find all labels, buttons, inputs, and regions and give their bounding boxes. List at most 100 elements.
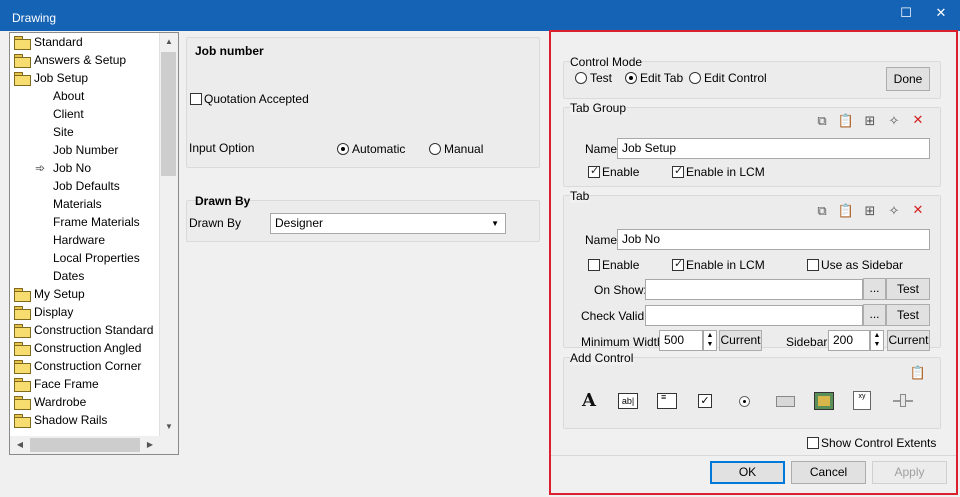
navigation-tree[interactable]: Standard Answers & Setup Job Setup About Cli… <box>9 32 179 455</box>
tree-item[interactable]: Job Setup <box>14 69 88 87</box>
scroll-left-icon[interactable]: ◀ <box>12 437 28 453</box>
tree-item[interactable]: Display <box>14 303 73 321</box>
edit-control-radio[interactable] <box>689 72 701 84</box>
copy-icon[interactable]: ⧉ <box>813 202 831 220</box>
tree-item[interactable]: Hardware <box>53 231 105 249</box>
close-icon[interactable]: ✕ <box>927 4 955 24</box>
sidebar-width-spinner[interactable]: ▲ ▼ <box>870 330 884 351</box>
paste-icon[interactable]: 📋 <box>837 112 855 130</box>
tab-group-enable-label: Enable <box>602 165 640 179</box>
new-icon[interactable]: ✧ <box>885 112 903 130</box>
apply-button[interactable]: Apply <box>872 461 947 484</box>
paste-icon[interactable]: 📋 <box>837 202 855 220</box>
drawn-by-select[interactable]: Designer ▼ <box>270 213 506 234</box>
tree-item[interactable]: Construction Corner <box>14 357 141 375</box>
tree-item[interactable]: About <box>53 87 84 105</box>
ok-button[interactable]: OK <box>710 461 785 484</box>
button-control-icon[interactable] <box>776 396 795 407</box>
listbox-control-icon[interactable]: ≡ <box>657 393 677 409</box>
add-item-icon[interactable]: ⊞ <box>861 112 879 130</box>
textbox-control-icon[interactable]: ab| <box>618 393 638 409</box>
tree-vertical-scroll-thumb[interactable] <box>161 52 176 176</box>
manual-label: Manual <box>444 142 484 156</box>
slider-control-icon[interactable] <box>893 394 913 407</box>
minimum-width-current-button[interactable]: Current <box>719 330 762 351</box>
quotation-accepted-checkbox[interactable] <box>190 93 202 105</box>
add-item-icon[interactable]: ⊞ <box>861 202 879 220</box>
tree-item[interactable]: Standard <box>14 33 83 51</box>
on-show-test-button[interactable]: Test <box>886 278 930 300</box>
show-control-extents-label: Show Control Extents <box>821 436 937 450</box>
tree-item-label: Shadow Rails <box>34 413 108 427</box>
check-valid-browse-button[interactable]: ... <box>863 304 886 326</box>
tab-enable-checkbox[interactable] <box>588 259 600 271</box>
sidebar-width-current-button[interactable]: Current <box>887 330 930 351</box>
automatic-label: Automatic <box>352 142 406 156</box>
copy-icon[interactable]: ⧉ <box>813 112 831 130</box>
use-as-sidebar-checkbox[interactable] <box>807 259 819 271</box>
tree-item[interactable]: Materials <box>53 195 102 213</box>
on-show-browse-button[interactable]: ... <box>863 278 886 300</box>
checkbox-control-icon[interactable]: ✓ <box>698 394 712 408</box>
tree-item[interactable]: Frame Materials <box>53 213 140 231</box>
check-valid-test-button[interactable]: Test <box>886 304 930 326</box>
delete-icon[interactable]: ✕ <box>909 111 927 129</box>
tree-item[interactable]: Wardrobe <box>14 393 86 411</box>
tab-group-lcm-checkbox[interactable] <box>672 164 684 178</box>
automatic-radio[interactable] <box>337 143 349 155</box>
tab-group-enable-checkbox[interactable] <box>588 164 600 178</box>
done-button[interactable]: Done <box>886 67 930 91</box>
minimum-width-label: Minimum Width: <box>581 335 668 349</box>
scroll-up-icon[interactable]: ▲ <box>161 34 177 50</box>
tree-item-label: Job Number <box>53 143 119 157</box>
on-show-input[interactable] <box>645 279 863 300</box>
cancel-button[interactable]: Cancel <box>791 461 866 484</box>
show-control-extents-checkbox[interactable] <box>807 437 819 449</box>
new-icon[interactable]: ✧ <box>885 202 903 220</box>
tree-item-label: Job Defaults <box>53 179 120 193</box>
tree-item[interactable]: Answers & Setup <box>14 51 126 69</box>
scroll-down-icon[interactable]: ▼ <box>161 419 177 435</box>
picture-control-icon[interactable] <box>814 392 834 410</box>
tree-item[interactable]: Site <box>53 123 74 141</box>
folder-icon <box>14 306 31 320</box>
tree-item-label: Wardrobe <box>34 395 87 409</box>
tree-item[interactable]: Construction Angled <box>14 339 141 357</box>
tab-lcm-checkbox[interactable] <box>672 257 684 271</box>
tree-item[interactable]: My Setup <box>14 285 85 303</box>
variable-control-icon[interactable]: xy <box>853 391 871 410</box>
folder-icon <box>14 378 31 392</box>
delete-icon[interactable]: ✕ <box>909 201 927 219</box>
folder-icon <box>14 36 31 50</box>
tree-item[interactable]: Construction Standard <box>14 321 153 339</box>
edit-tab-radio[interactable] <box>625 72 637 84</box>
scroll-right-icon[interactable]: ▶ <box>142 437 158 453</box>
add-control-title: Add Control <box>570 351 634 365</box>
tree-item[interactable]: Job Defaults <box>53 177 120 195</box>
sidebar-width-input[interactable]: 200 <box>828 330 870 351</box>
radio-control-icon[interactable] <box>739 396 750 407</box>
tree-item[interactable]: Face Frame <box>14 375 99 393</box>
manual-radio[interactable] <box>429 143 441 155</box>
minimum-width-spinner[interactable]: ▲ ▼ <box>703 330 717 351</box>
minimum-width-input[interactable]: 500 <box>659 330 703 351</box>
input-option-label: Input Option <box>189 141 255 155</box>
tree-item-label: Construction Angled <box>34 341 142 355</box>
tree-item[interactable]: Client <box>53 105 84 123</box>
tree-item[interactable]: Shadow Rails <box>14 411 107 429</box>
tree-horizontal-scroll-thumb[interactable] <box>30 438 140 452</box>
paste-icon[interactable]: 📋 <box>909 364 927 382</box>
maximize-icon[interactable]: ☐ <box>892 4 920 24</box>
check-valid-input[interactable] <box>645 305 863 326</box>
tree-item[interactable]: ➾ Job No <box>35 159 91 177</box>
tree-item[interactable]: Dates <box>53 267 84 285</box>
label-control-icon[interactable]: A <box>580 392 598 410</box>
tree-item[interactable]: Local Properties <box>53 249 140 267</box>
tree-item-label: My Setup <box>34 287 85 301</box>
tab-group-name-input[interactable]: Job Setup <box>617 138 930 159</box>
tree-item-label: Materials <box>53 197 102 211</box>
window-title: Drawing <box>12 11 57 25</box>
tab-name-input[interactable]: Job No <box>617 229 930 250</box>
tree-item[interactable]: Job Number <box>53 141 118 159</box>
test-mode-radio[interactable] <box>575 72 587 84</box>
